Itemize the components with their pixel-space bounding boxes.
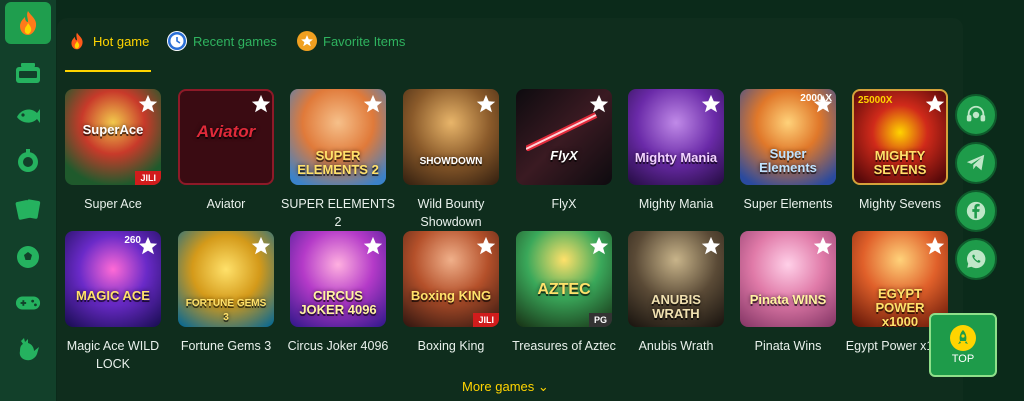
sidebar-item-fishing[interactable] (5, 95, 51, 137)
thumbnail-title: Super Elements (759, 146, 817, 175)
top-label: TOP (951, 353, 975, 365)
game-name: Magic Ace WILD LOCK (66, 339, 160, 371)
active-tab-indicator (65, 70, 151, 72)
sidebar-item-sports[interactable] (5, 236, 51, 278)
more-games-link[interactable]: More games ⌄ (462, 379, 549, 395)
provider-badge: JILI (135, 171, 161, 185)
favorite-star-icon[interactable] (924, 93, 946, 115)
game-name: Mighty Mania (638, 197, 714, 211)
game-name: Mighty Sevens (859, 197, 941, 211)
thumbnail-title: SUPER ELEMENTS 2 (297, 148, 379, 177)
sidebar-item-slots[interactable] (5, 52, 51, 94)
sidebar-item-cards[interactable] (5, 188, 51, 230)
thumbnail-title: FORTUNE GEMS 3 (185, 298, 267, 323)
tab-label: Favorite Items (323, 34, 406, 49)
fish-icon (15, 103, 41, 129)
tab-label: Hot game (93, 34, 150, 49)
sidebar-item-hot[interactable] (5, 2, 51, 44)
thumbnail-title: Aviator (196, 122, 256, 141)
game-name: Super Elements (743, 197, 833, 211)
clock-icon (167, 31, 187, 51)
tab-hot-game[interactable]: Hot game (67, 31, 150, 74)
game-name: FlyX (551, 197, 577, 211)
telegram-icon (966, 154, 985, 171)
roulette-icon (15, 148, 41, 174)
sidebar-item-games[interactable] (5, 282, 51, 324)
favorite-star-icon[interactable] (588, 235, 610, 257)
facebook-button[interactable] (955, 190, 997, 232)
game-name: Circus Joker 4096 (287, 339, 389, 353)
favorite-star-icon[interactable] (812, 93, 834, 115)
thumbnail-title: Pinata WINS (749, 292, 827, 307)
game-name: Treasures of Aztec (512, 339, 616, 353)
whatsapp-icon (966, 249, 986, 269)
customer-service-button[interactable] (955, 94, 997, 136)
cards-icon (15, 196, 41, 222)
favorite-star-icon[interactable] (812, 235, 834, 257)
favorite-star-icon[interactable] (250, 93, 272, 115)
favorite-star-icon[interactable] (700, 235, 722, 257)
favorite-star-icon[interactable] (475, 235, 497, 257)
thumbnail-title: ANUBIS WRATH (651, 292, 701, 321)
thumbnail-title: SuperAce (82, 122, 144, 137)
favorite-star-icon[interactable] (924, 235, 946, 257)
telegram-button[interactable] (955, 142, 997, 184)
rocket-icon (950, 325, 976, 351)
favorite-star-icon[interactable] (362, 93, 384, 115)
game-name: Fortune Gems 3 (180, 339, 272, 353)
favorite-star-icon[interactable] (362, 235, 384, 257)
sidebar (0, 0, 56, 401)
customer-service-icon (966, 105, 986, 122)
slot-machine-icon (15, 60, 41, 86)
provider-badge: JILI (473, 313, 499, 327)
thumbnail-title: Mighty Mania (634, 150, 718, 165)
thumbnail-title: SHOWDOWN (419, 156, 483, 167)
multiplier-label: 25000X (858, 95, 893, 106)
game-name: Super Ace (84, 197, 142, 211)
favorite-star-icon[interactable] (588, 93, 610, 115)
gamepad-icon (15, 290, 41, 316)
flame-icon (67, 31, 87, 51)
game-panel: Hot game Recent games Favorite Items Sup… (57, 18, 963, 401)
favorite-star-icon[interactable] (475, 93, 497, 115)
thumbnail-title: FlyX (550, 148, 578, 163)
thumbnail-title: AZTEC (537, 281, 591, 298)
game-name: Pinata Wins (754, 339, 822, 353)
favorite-star-icon[interactable] (250, 235, 272, 257)
favorite-star-icon[interactable] (137, 235, 159, 257)
tab-label: Recent games (193, 34, 277, 49)
favorite-star-icon[interactable] (137, 93, 159, 115)
game-name: Boxing King (417, 339, 485, 353)
rooster-icon (15, 337, 41, 363)
sidebar-item-cockfight[interactable] (5, 329, 51, 371)
back-to-top-button[interactable]: TOP (929, 313, 997, 377)
game-name: Anubis Wrath (638, 339, 714, 353)
provider-badge: PG (588, 313, 612, 327)
thumbnail-title: Boxing KING (410, 288, 492, 303)
flame-icon (15, 10, 41, 36)
favorite-star-icon[interactable] (700, 93, 722, 115)
sidebar-item-casino[interactable] (5, 140, 51, 182)
game-name: Wild Bounty Showdown (417, 197, 485, 229)
game-name: SUPER ELEMENTS 2 (281, 197, 395, 229)
thumbnail-title: MIGHTY SEVENS (873, 148, 927, 177)
thumbnail-title: MAGIC ACE (76, 288, 150, 303)
flight-trail-icon (526, 112, 598, 151)
star-icon (297, 31, 317, 51)
thumbnail-title: CIRCUS JOKER 4096 (299, 288, 377, 317)
soccer-ball-icon (15, 244, 41, 270)
game-name: Aviator (206, 197, 246, 211)
facebook-icon (966, 201, 986, 221)
whatsapp-button[interactable] (955, 238, 997, 280)
tab-favorite-items[interactable]: Favorite Items (297, 31, 406, 74)
tab-recent-games[interactable]: Recent games (167, 31, 277, 74)
